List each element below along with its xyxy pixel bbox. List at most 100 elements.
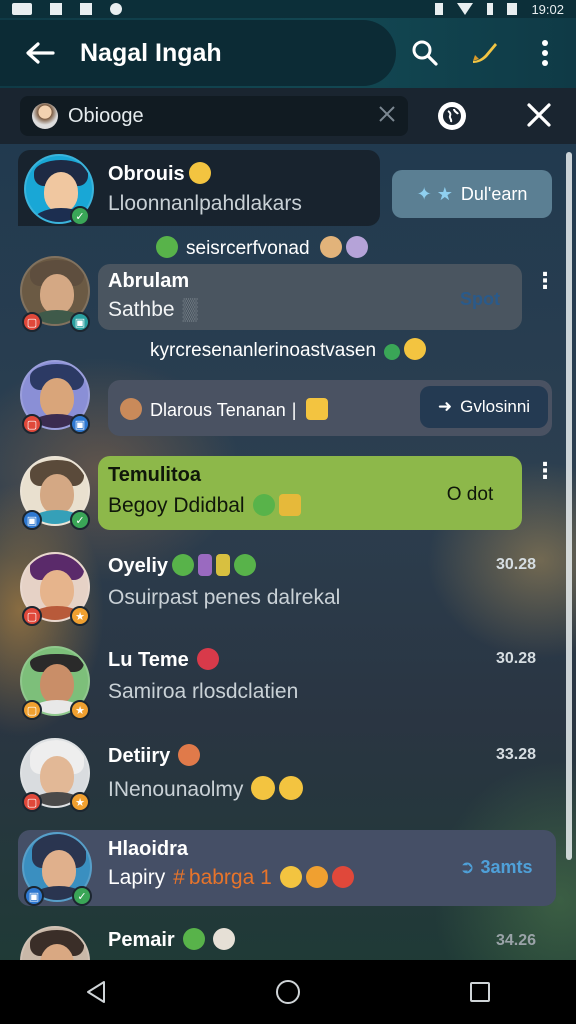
list-item[interactable]: ▢ ▣ Dlarous Tenanan | ➜ Gvlosinni	[0, 358, 566, 448]
blur-icon: ▒	[182, 298, 198, 321]
page-title: Nagal Ingah	[80, 38, 222, 67]
close-icon	[379, 106, 395, 122]
nav-recent-button[interactable]	[450, 972, 510, 1012]
frog-emoji-icon	[252, 494, 275, 516]
chat-preview: Sathbe ▒	[108, 298, 198, 321]
teal-badge-icon: ▣	[70, 312, 90, 332]
chat-preview: INenounaolmy	[108, 776, 304, 802]
notification-icon	[50, 3, 62, 15]
more-options-button[interactable]	[528, 36, 562, 70]
notification-icon	[110, 3, 122, 15]
list-item[interactable]: ▢ ★ Lu Teme Samiroa rlosdclatien 30.28	[0, 638, 566, 730]
orange-badge-icon: ★	[70, 792, 90, 812]
arrow-right-icon: ➜	[437, 397, 453, 416]
list-item[interactable]: ▢ ★ Detiiry INenounaolmy 33.28	[0, 734, 566, 826]
orange-badge-icon: ★	[70, 606, 90, 626]
face-emoji-icon	[404, 338, 427, 360]
scrollbar[interactable]	[566, 152, 572, 860]
more-vertical-icon	[542, 40, 548, 66]
face-emoji-icon	[345, 236, 368, 258]
chat-subline: seisrcerfvonad	[152, 236, 368, 260]
search-row: Obiooge	[0, 88, 576, 144]
alarm-icon	[435, 3, 444, 15]
red-emoji-icon	[331, 866, 354, 888]
list-item[interactable]: ✓ Obrouis Lloonnanlpahdlakars ✦ ★ Dul'ea…	[0, 150, 566, 270]
verified-badge-icon: ✓	[72, 886, 92, 906]
blue-badge-icon: ▣	[24, 886, 44, 906]
chip-label[interactable]: O dot	[430, 478, 510, 512]
chip-button[interactable]: ➲ 3amts	[446, 850, 546, 884]
chat-name: Oyeliy	[108, 554, 257, 578]
nav-home-icon	[276, 980, 300, 1004]
forward-icon: ➲	[459, 856, 475, 877]
close-search-button[interactable]	[522, 98, 556, 132]
chat-time: 33.28	[496, 746, 537, 763]
globe-icon	[443, 107, 461, 125]
bottle-emoji-icon	[216, 554, 231, 576]
nav-back-button[interactable]	[66, 972, 126, 1012]
chat-name: Abrulam	[108, 270, 190, 292]
chat-preview: Osuirpast penes dalrekal	[108, 586, 341, 609]
status-bar: 19:02	[0, 0, 576, 18]
verified-badge-icon: ✓	[70, 510, 90, 530]
chat-name: Pemair	[108, 928, 235, 952]
list-item[interactable]: ▣ ✓ Hlaoidra Lapiry # babrga 1 ➲ 3amts	[0, 828, 566, 908]
chat-preview: Begoy Ddidbal	[108, 494, 301, 518]
notification-icon	[12, 3, 32, 15]
more-vertical-icon[interactable]: ⋮	[534, 268, 556, 294]
compose-button[interactable]	[468, 36, 502, 70]
chat-name: Hlaoidra	[108, 838, 189, 860]
smile-emoji-icon	[279, 866, 302, 888]
avatar	[32, 103, 58, 129]
star-emoji-icon	[306, 398, 329, 420]
smile-emoji-icon	[279, 776, 304, 800]
notification-icon	[80, 3, 92, 15]
bottle-emoji-icon	[198, 554, 213, 576]
nav-home-button[interactable]	[258, 972, 318, 1012]
close-icon	[527, 103, 551, 127]
frog-emoji-icon	[234, 554, 257, 576]
hash-icon: #	[173, 866, 185, 889]
list-item[interactable]: ▢ ★ Oyeliy Osuirpast penes dalrekal 30.2…	[0, 544, 566, 636]
list-item[interactable]: Pemair 34.26	[0, 916, 566, 960]
chip-button[interactable]: ➜ Gvlosinni	[420, 386, 548, 428]
chip-button[interactable]: ✦ ★ Dul'earn	[392, 170, 552, 218]
chat-time: 30.28	[496, 650, 537, 667]
chat-preview: Lloonnanlpahdlakars	[108, 192, 302, 215]
chat-list[interactable]: ✓ Obrouis Lloonnanlpahdlakars ✦ ★ Dul'ea…	[0, 144, 576, 960]
pen-icon	[473, 43, 497, 63]
blue-badge-icon: ▣	[70, 414, 90, 434]
chat-name: Temulitoa	[108, 464, 201, 486]
frog-emoji-icon	[182, 928, 205, 950]
sparkle-icon: ✦ ★	[416, 183, 453, 204]
search-input[interactable]: Obiooge	[20, 96, 408, 136]
list-item[interactable]: ▣ ✓ Temulitoa Begoy Ddidbal O dot ⋮	[0, 448, 566, 538]
face-emoji-icon	[178, 744, 201, 766]
search-value: Obiooge	[68, 104, 144, 127]
face-emoji-icon	[319, 236, 342, 258]
nav-recent-icon	[470, 982, 490, 1002]
signal-icon	[487, 3, 494, 15]
blue-badge-icon: ▣	[22, 510, 42, 530]
globe-button[interactable]	[438, 102, 466, 130]
chip-label[interactable]: Spot	[440, 282, 520, 316]
nav-back-icon	[87, 981, 105, 1003]
battery-icon	[507, 3, 518, 15]
chat-time: 30.28	[496, 556, 537, 573]
smile-emoji-icon	[251, 776, 276, 800]
smile-emoji-icon	[188, 162, 211, 184]
orange-badge-icon: ▢	[22, 700, 42, 720]
red-emoji-icon	[196, 648, 219, 670]
red-badge-icon: ▢	[22, 312, 42, 332]
search-clear-button[interactable]	[378, 102, 396, 130]
more-vertical-icon[interactable]: ⋮	[534, 458, 556, 484]
back-button[interactable]	[0, 18, 80, 88]
avatar	[120, 398, 142, 420]
wifi-icon	[457, 3, 474, 15]
avatar[interactable]	[20, 926, 90, 960]
chat-name: Dlarous Tenanan |	[120, 398, 329, 421]
orange-badge-icon: ★	[70, 700, 90, 720]
chat-name: Lu Teme	[108, 648, 219, 672]
search-button[interactable]	[408, 36, 442, 70]
chat-name: Obrouis	[108, 162, 211, 186]
